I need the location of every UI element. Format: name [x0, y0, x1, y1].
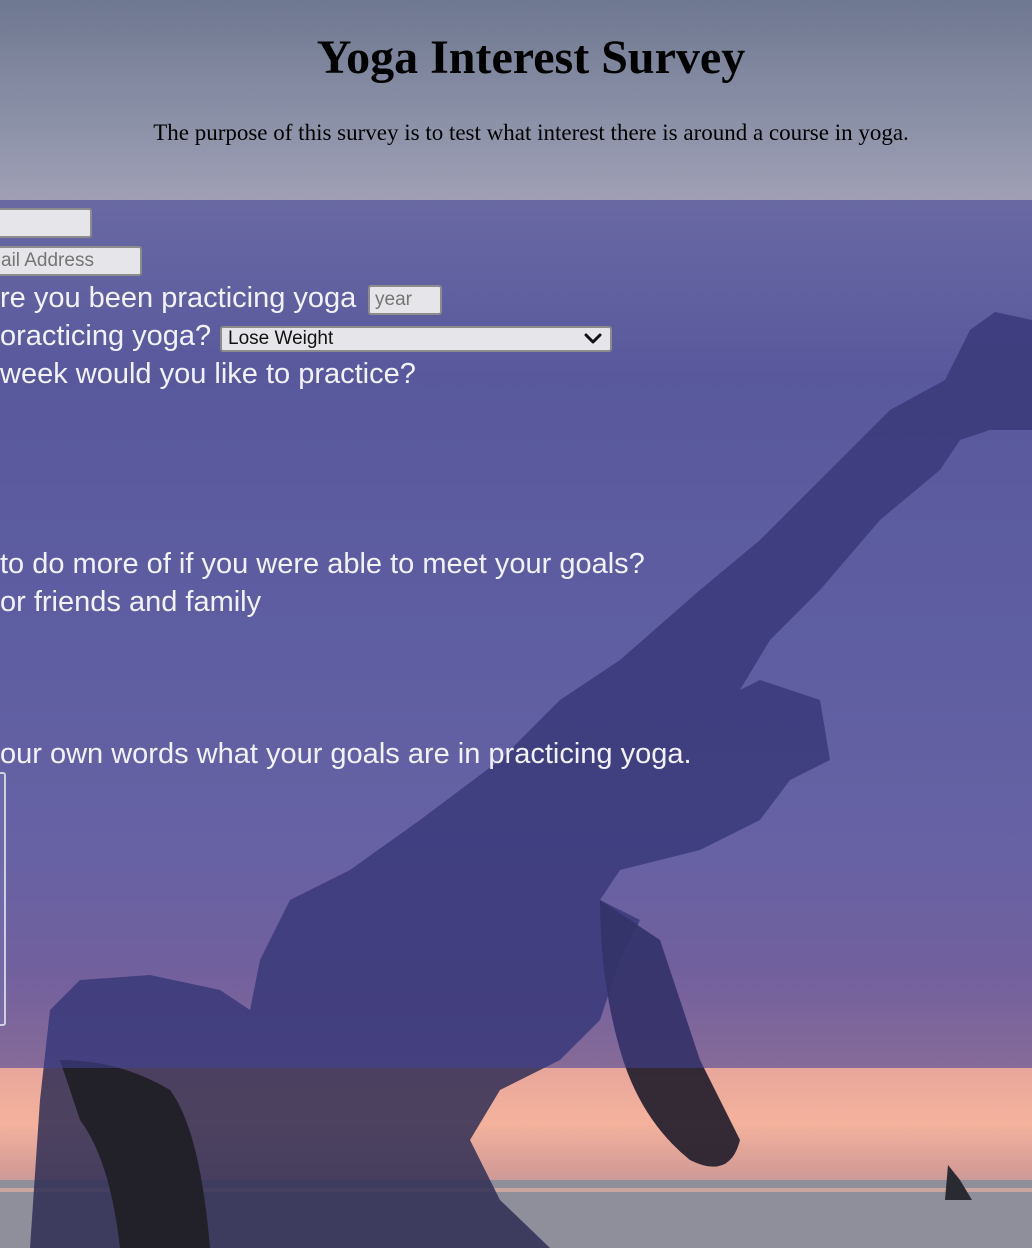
- friends-family-option-label: or friends and family: [0, 586, 262, 618]
- chevron-down-icon: [584, 333, 602, 344]
- goal-select[interactable]: Lose Weight: [220, 326, 612, 352]
- friends-family-option[interactable]: or friends and family: [0, 586, 261, 619]
- own-words-label: our own words what your goals are in pra…: [0, 738, 692, 771]
- goal-label: oracticing yoga?: [0, 320, 211, 353]
- own-words-label-text: our own words what your goals are in pra…: [0, 738, 692, 770]
- years-input[interactable]: [368, 285, 442, 315]
- goal-select-value: Lose Weight: [228, 328, 334, 349]
- years-practicing-label-text: re you been practicing yoga: [0, 282, 357, 314]
- days-per-week-label: week would you like to practice?: [0, 358, 416, 391]
- survey-form: re you been practicing yoga oracticing y…: [0, 200, 1032, 1068]
- email-input[interactable]: [0, 246, 142, 276]
- goals-textarea[interactable]: [0, 772, 6, 1026]
- more-of-label-text: to do more of if you were able to meet y…: [0, 548, 645, 580]
- days-per-week-label-text: week would you like to practice?: [0, 358, 416, 390]
- page-description: The purpose of this survey is to test wh…: [153, 120, 909, 145]
- more-of-label: to do more of if you were able to meet y…: [0, 548, 645, 581]
- goal-label-text: oracticing yoga?: [0, 320, 212, 352]
- name-input[interactable]: [0, 208, 92, 238]
- page-title: Yoga Interest Survey: [316, 31, 746, 84]
- years-practicing-label: re you been practicing yoga: [0, 282, 356, 315]
- page-header: Yoga Interest Survey The purpose of this…: [0, 0, 1032, 200]
